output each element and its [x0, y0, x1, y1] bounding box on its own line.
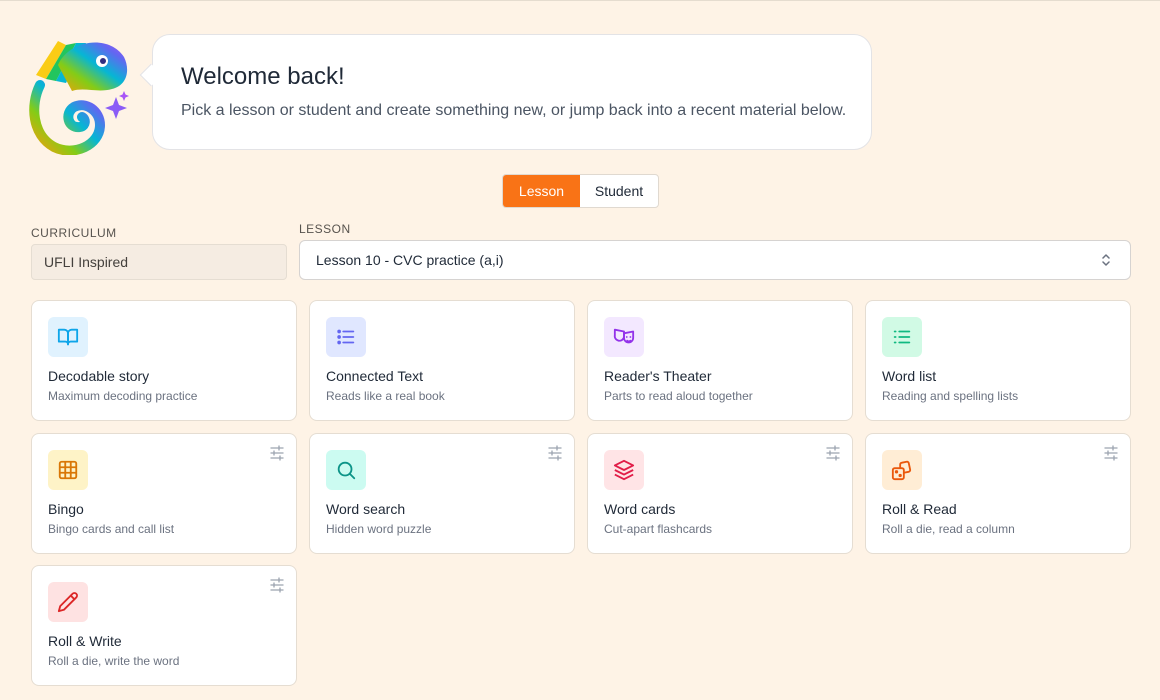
card-title: Bingo — [48, 501, 84, 517]
card-title: Roll & Read — [882, 501, 957, 517]
theater-masks-icon — [613, 328, 635, 344]
card-subtitle: Roll a die, read a column — [882, 522, 1015, 536]
grid-icon — [58, 460, 78, 480]
card-icon-box — [882, 450, 922, 490]
list-icon — [337, 329, 355, 345]
sliders-icon[interactable] — [825, 445, 841, 461]
card-icon-box — [48, 317, 88, 357]
toggle-student[interactable]: Student — [580, 175, 658, 207]
card-subtitle: Roll a die, write the word — [48, 654, 180, 668]
pencil-icon — [57, 592, 78, 613]
card-icon-box — [326, 450, 366, 490]
mode-toggle[interactable]: Lesson Student — [502, 174, 659, 208]
card-subtitle: Parts to read aloud together — [604, 389, 753, 403]
card-roll-and-write[interactable]: Roll & Write Roll a die, write the word — [31, 565, 297, 686]
card-icon-box — [48, 450, 88, 490]
card-word-cards[interactable]: Word cards Cut-apart flashcards — [587, 433, 853, 554]
card-word-search[interactable]: Word search Hidden word puzzle — [309, 433, 575, 554]
card-title: Roll & Write — [48, 633, 122, 649]
sliders-icon[interactable] — [269, 445, 285, 461]
card-subtitle: Bingo cards and call list — [48, 522, 175, 536]
lesson-label: LESSON — [299, 222, 351, 236]
card-roll-and-read[interactable]: Roll & Read Roll a die, read a column — [865, 433, 1131, 554]
card-title: Reader's Theater — [604, 368, 712, 384]
card-title: Decodable story — [48, 368, 150, 384]
search-icon — [337, 461, 356, 480]
list-icon — [893, 330, 911, 344]
card-title: Word search — [326, 501, 406, 517]
welcome-subtitle: Pick a lesson or student and create some… — [181, 102, 847, 119]
card-subtitle: Hidden word puzzle — [326, 522, 432, 536]
toggle-lesson[interactable]: Lesson — [503, 175, 580, 207]
layers-icon — [613, 459, 635, 481]
card-icon-box — [604, 450, 644, 490]
lesson-select[interactable]: Lesson 10 - CVC practice (a,i) — [299, 240, 1131, 280]
card-subtitle: Maximum decoding practice — [48, 389, 198, 403]
chameleon-logo — [29, 41, 129, 155]
sliders-icon[interactable] — [547, 445, 563, 461]
chevron-up-down-icon — [1102, 254, 1110, 266]
card-title: Word list — [882, 368, 937, 384]
sliders-icon[interactable] — [1103, 445, 1119, 461]
card-title: Word cards — [604, 501, 676, 517]
card-icon-box — [882, 317, 922, 357]
card-word-list[interactable]: Word list Reading and spelling lists — [865, 300, 1131, 421]
card-icon-box — [48, 582, 88, 622]
card-bingo[interactable]: Bingo Bingo cards and call list — [31, 433, 297, 554]
card-title: Connected Text — [326, 368, 424, 384]
lesson-select-value: Lesson 10 - CVC practice (a,i) — [316, 252, 504, 268]
card-connected-text[interactable]: Connected Text Reads like a real book — [309, 300, 575, 421]
card-icon-box — [604, 317, 644, 357]
book-open-icon — [57, 328, 79, 346]
card-icon-box — [326, 317, 366, 357]
sliders-icon[interactable] — [269, 577, 285, 593]
card-readers-theater[interactable]: Reader's Theater Parts to read aloud tog… — [587, 300, 853, 421]
card-decodable-story[interactable]: Decodable story Maximum decoding practic… — [31, 300, 297, 421]
curriculum-field: UFLI Inspired — [31, 244, 287, 280]
card-subtitle: Cut-apart flashcards — [604, 522, 713, 536]
welcome-title: Welcome back! — [181, 63, 345, 90]
welcome-bubble: Welcome back! Pick a lesson or student a… — [152, 34, 872, 150]
curriculum-label: CURRICULUM — [31, 226, 117, 240]
card-subtitle: Reads like a real book — [326, 389, 445, 403]
dice-icon — [891, 460, 912, 481]
card-subtitle: Reading and spelling lists — [882, 389, 1019, 403]
